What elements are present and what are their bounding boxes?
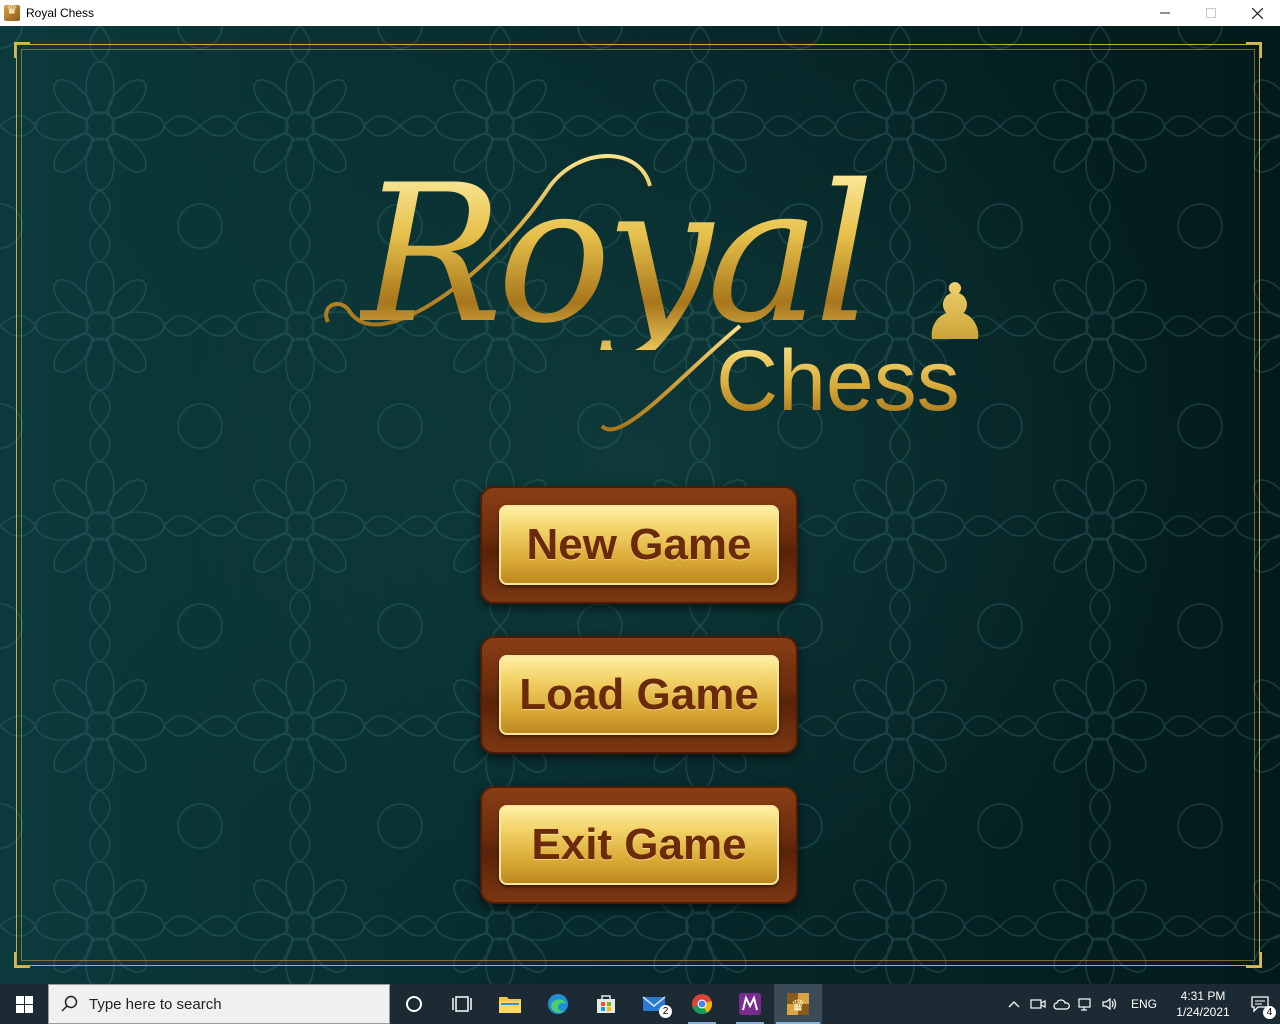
taskbar-search[interactable]: Type here to search — [48, 984, 390, 1024]
window-controls — [1142, 0, 1280, 26]
load-game-plate: Load Game — [499, 655, 779, 735]
clock-time: 4:31 PM — [1180, 989, 1226, 1003]
main-menu-screen: Royal ♟ Chess New Game Load Game Exit Ga… — [0, 26, 1280, 984]
notification-badge: 4 — [1263, 1006, 1276, 1019]
chevron-up-icon — [1008, 1001, 1020, 1008]
load-game-button[interactable]: Load Game — [480, 636, 798, 754]
show-hidden-icons-button[interactable] — [1002, 984, 1026, 1024]
action-center-button[interactable]: 4 — [1240, 984, 1280, 1024]
svg-text:♛: ♛ — [791, 996, 805, 1015]
royal-chess-taskbar-button[interactable]: ♛ — [774, 984, 822, 1024]
folder-icon — [499, 997, 521, 1013]
title-bar: Royal Chess — [0, 0, 1280, 27]
system-tray: ENG 4:31 PM 1/24/2021 4 — [1002, 984, 1280, 1024]
mail-badge: 2 — [659, 1005, 672, 1018]
exit-game-plate: Exit Game — [499, 805, 779, 885]
edge-icon — [548, 994, 568, 1014]
logo-royal-text: Royal — [360, 144, 875, 365]
load-game-label: Load Game — [519, 670, 759, 719]
cortana-button[interactable] — [390, 984, 438, 1024]
royal-chess-icon: ♛ — [787, 993, 809, 1015]
taskbar: Type here to search 2 ♛ ENG 4:31 PM 1/24… — [0, 984, 1280, 1024]
new-game-button[interactable]: New Game — [480, 486, 798, 604]
new-game-label: New Game — [526, 520, 752, 569]
frame-corner — [14, 42, 30, 58]
window-title: Royal Chess — [26, 6, 95, 20]
network-button[interactable] — [1074, 984, 1098, 1024]
m-app-icon — [739, 993, 761, 1015]
exit-game-button[interactable]: Exit Game — [480, 786, 798, 904]
taskbar-clock[interactable]: 4:31 PM 1/24/2021 — [1166, 988, 1240, 1020]
edge-button[interactable] — [534, 984, 582, 1024]
mail-button[interactable]: 2 — [630, 984, 678, 1024]
circle-icon — [406, 996, 422, 1012]
frame-corner — [1246, 42, 1262, 58]
maximize-icon — [1206, 8, 1216, 18]
store-button[interactable] — [582, 984, 630, 1024]
maximize-button[interactable] — [1188, 0, 1234, 26]
chrome-button[interactable] — [678, 984, 726, 1024]
onedrive-button[interactable] — [1050, 984, 1074, 1024]
search-placeholder: Type here to search — [89, 995, 222, 1013]
frame-corner — [14, 952, 30, 968]
minimize-button[interactable] — [1142, 0, 1188, 26]
volume-button[interactable] — [1098, 984, 1122, 1024]
file-explorer-button[interactable] — [486, 984, 534, 1024]
search-icon — [61, 995, 78, 1012]
clock-date: 1/24/2021 — [1176, 1005, 1230, 1019]
app-icon — [4, 3, 20, 21]
m-app-button[interactable] — [726, 984, 774, 1024]
speaker-icon — [1102, 997, 1117, 1011]
input-language[interactable]: ENG — [1122, 997, 1166, 1011]
chrome-icon — [692, 994, 712, 1015]
task-view-button[interactable] — [438, 984, 486, 1024]
network-icon — [1078, 998, 1091, 1011]
logo-chess-text: Chess — [716, 333, 960, 429]
frame-corner — [1246, 952, 1262, 968]
close-icon — [1251, 7, 1263, 19]
start-button[interactable] — [0, 984, 48, 1024]
cloud-icon — [1053, 999, 1070, 1010]
camera-icon — [1030, 999, 1046, 1009]
task-view-icon — [452, 996, 472, 1012]
store-icon — [597, 995, 615, 1013]
new-game-plate: New Game — [499, 505, 779, 585]
windows-icon — [15, 995, 33, 1013]
meet-now-button[interactable] — [1026, 984, 1050, 1024]
close-button[interactable] — [1234, 0, 1280, 26]
minimize-icon — [1160, 12, 1170, 14]
exit-game-label: Exit Game — [531, 820, 747, 869]
